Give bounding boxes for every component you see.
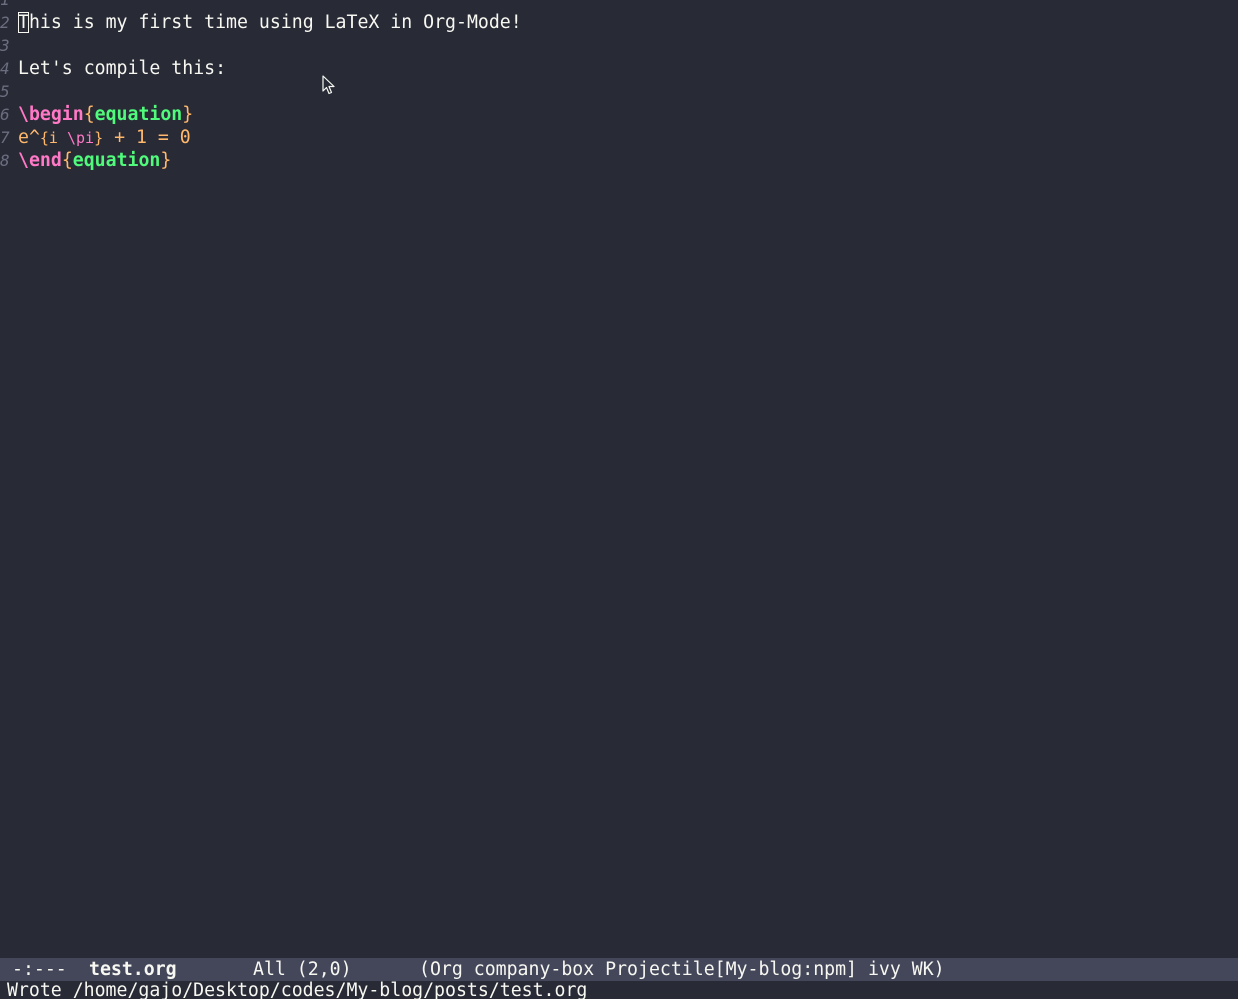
close-brace: } — [160, 150, 172, 171]
line-2: 2 This is my first time using LaTeX in O… — [0, 11, 1238, 34]
latex-command: \end — [18, 150, 62, 171]
buffer-status: -:--- — [12, 959, 67, 980]
line-1: 1 — [0, 0, 1238, 11]
open-brace: { — [61, 150, 73, 171]
text-cursor: T — [18, 12, 29, 33]
math-pi: \pi — [67, 129, 95, 147]
cursor-position: All (2,0) — [253, 959, 352, 980]
line-number: 6 — [0, 105, 10, 124]
math-rest: + 1 = 0 — [103, 127, 191, 148]
line-6: 6 \begin{equation} — [0, 103, 1238, 126]
line-4-text: Let's compile this: — [18, 58, 227, 79]
open-brace: { — [83, 104, 95, 125]
mode-line[interactable]: -:--- test.org All (2,0) (Org company-bo… — [0, 958, 1238, 981]
latex-command: \begin — [18, 104, 84, 125]
mouse-pointer-icon — [322, 75, 335, 95]
line-number: 1 — [0, 0, 14, 11]
line-4: 4 Let's compile this: — [0, 57, 1238, 80]
echo-message: Wrote /home/gajo/Desktop/codes/My-blog/p… — [7, 981, 588, 999]
line-number: 2 — [0, 13, 10, 32]
major-minor-modes[interactable]: (Org company-box Projectile[My-blog:npm]… — [419, 958, 945, 981]
math-superscript-close: } — [94, 129, 104, 147]
line-3: 3 — [0, 34, 1238, 57]
line-7: 7 e^{i \pi} + 1 = 0 — [0, 126, 1238, 149]
line-number: 3 — [0, 36, 10, 55]
line-number: 8 — [0, 151, 10, 170]
math-base: e^ — [18, 127, 40, 148]
line-number: 4 — [0, 59, 10, 78]
line-number: 7 — [0, 128, 10, 147]
line-number: 5 — [0, 82, 10, 101]
line-5: 5 — [0, 80, 1238, 103]
environment-name: equation — [94, 104, 183, 125]
close-brace: } — [182, 104, 194, 125]
math-superscript-open: {i — [39, 129, 67, 147]
echo-area: Wrote /home/gajo/Desktop/codes/My-blog/p… — [0, 981, 1238, 999]
buffer-name[interactable]: test.org — [89, 958, 177, 981]
line-8: 8 \end{equation} — [0, 149, 1238, 172]
line-2-text: his is my first time using LaTeX in Org-… — [28, 12, 522, 33]
editor-buffer[interactable]: 1 2 This is my first time using LaTeX in… — [0, 0, 1238, 956]
environment-name: equation — [72, 150, 161, 171]
